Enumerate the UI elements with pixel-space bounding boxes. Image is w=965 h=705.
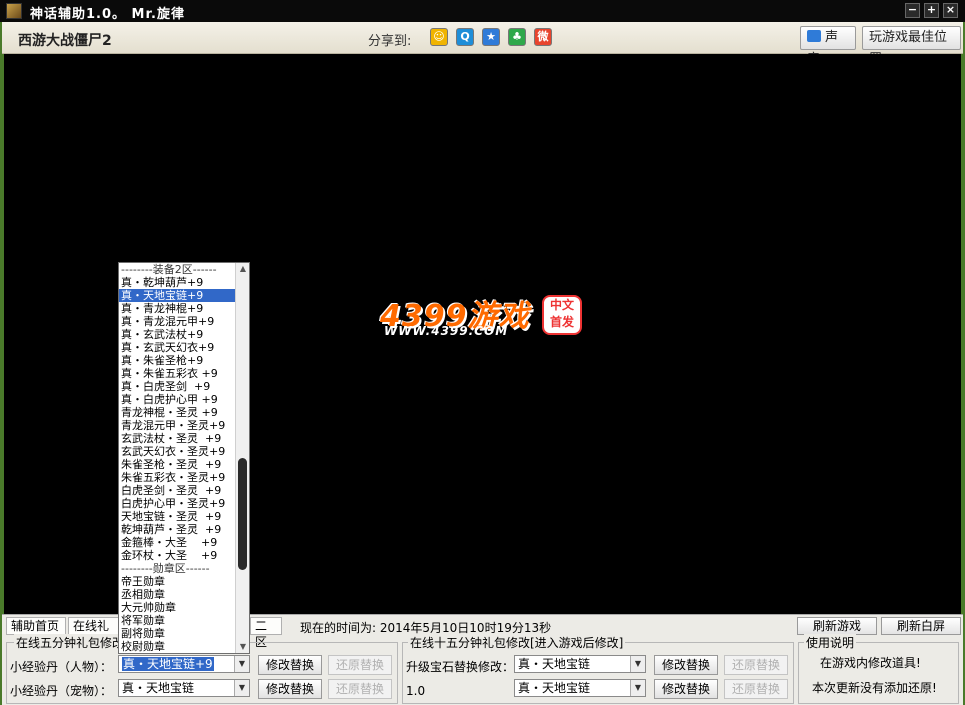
pill-pet-label: 小经验丹（宠物）： [10,684,113,698]
chinese-release-seal: 中文 首发 [542,295,582,335]
dropdown-item[interactable]: 金箍棒・大圣 +9 [119,536,235,549]
fifteen-minute-gift-legend: 在线十五分钟礼包修改[进入游戏后修改] [408,634,626,651]
five-minute-gift-legend: 在线五分钟礼包修改 [14,634,127,651]
clover-icon[interactable]: ♣ [508,28,526,46]
share-label: 分享到: [368,34,412,49]
dropdown-item[interactable]: 副将勋章 [119,627,235,640]
dropdown-item[interactable]: 真・白虎圣剑 +9 [119,380,235,393]
pill-person-select[interactable]: 真・天地宝链+9 ▼ [118,655,250,673]
modify-replace-button-3[interactable]: 修改替换 [654,655,718,675]
item-dropdown-list[interactable]: --------装备2区------ 真・乾坤葫芦+9 真・天地宝链+9 真・青龙神棍… [118,262,250,654]
window-title: 神话辅助1.0。 Mr.旋律 [30,7,185,22]
scroll-up-icon[interactable]: ▲ [236,263,249,275]
dropdown-item[interactable]: 真・青龙神棍+9 [119,302,235,315]
header-bar: 西游大战僵尸2 分享到: ☺ Q ★ ♣ 微 声音 玩游戏最佳位置 [2,22,963,67]
instruction-note-1: 在游戏内修改道具! [820,656,921,670]
chevron-down-icon: ▼ [630,656,645,672]
dropdown-item[interactable]: 朱雀圣枪・圣灵 +9 [119,458,235,471]
dropdown-item[interactable]: 真・白虎护心甲 +9 [119,393,235,406]
weibo-icon[interactable]: 微 [534,28,552,46]
modify-replace-button-4[interactable]: 修改替换 [654,679,718,699]
dropdown-item[interactable]: 真・天地宝链+9 [119,289,235,302]
dropdown-item[interactable]: 天地宝链・圣灵 +9 [119,510,235,523]
sound-button[interactable]: 声音 [800,26,856,67]
restore-replace-button-2[interactable]: 还原替换 [328,679,392,699]
scrollbar-thumb[interactable] [238,458,247,570]
instruction-note-2: 本次更新没有添加还原! [812,681,937,695]
gem-replace-value: 真・天地宝链 [518,657,591,671]
best-position-button[interactable]: 玩游戏最佳位置 [862,26,961,67]
chevron-down-icon: ▼ [630,680,645,696]
pill-pet-select[interactable]: 真・天地宝链 ▼ [118,679,250,697]
dropdown-item[interactable]: 真・乾坤葫芦+9 [119,276,235,289]
version-label: 1.0 [406,684,426,698]
refresh-screen-button[interactable]: 刷新白屏 [881,617,961,635]
instructions-legend: 使用说明 [804,634,857,651]
dropdown-item[interactable]: 青龙混元甲・圣灵+9 [119,419,235,432]
pill-person-value: 真・天地宝链+9 [122,657,214,671]
tab-zone2[interactable]: 二区 [250,617,282,649]
dropdown-section-header: --------勋章区------ [121,562,210,575]
chevron-down-icon: ▼ [234,656,249,672]
tab-online-gift[interactable]: 在线礼包 [68,617,122,649]
modify-replace-button-1[interactable]: 修改替换 [258,655,322,675]
game-title: 西游大战僵尸2 [18,33,112,49]
4399-logo: 4399游戏 WWW.4399.COM 中文 首发 [380,291,590,351]
logo-url: WWW.4399.COM [384,324,509,338]
gem-replace-label: 升级宝石替换修改： [406,660,515,674]
dropdown-item[interactable]: 真・玄武天幻衣+9 [119,341,235,354]
modify-replace-button-2[interactable]: 修改替换 [258,679,322,699]
app-icon [6,3,22,19]
dropdown-item[interactable]: 将军勋章 [119,614,235,627]
pill-person-label: 小经验丹（人物）： [10,660,113,674]
dropdown-item[interactable]: 白虎护心甲・圣灵+9 [119,497,235,510]
dropdown-item[interactable]: 金环杖・大圣 +9 [119,549,235,562]
speaker-icon [807,30,821,42]
dropdown-item[interactable]: 玄武天幻衣・圣灵+9 [119,445,235,458]
qzone-icon[interactable]: ☺ [430,28,448,46]
dropdown-item[interactable]: 丞相勋章 [119,588,235,601]
dropdown-item[interactable]: 乾坤葫芦・圣灵 +9 [119,523,235,536]
dropdown-item[interactable]: 大元帅勋章 [119,601,235,614]
dropdown-item[interactable]: 真・玄武法杖+9 [119,328,235,341]
restore-replace-button-3[interactable]: 还原替换 [724,655,788,675]
restore-replace-button-1[interactable]: 还原替换 [328,655,392,675]
gem-replace-select[interactable]: 真・天地宝链 ▼ [514,655,646,673]
refresh-game-button[interactable]: 刷新游戏 [797,617,877,635]
dropdown-scrollbar[interactable]: ▲ ▼ [235,263,249,653]
star-icon[interactable]: ★ [482,28,500,46]
restore-replace-button-4[interactable]: 还原替换 [724,679,788,699]
close-button[interactable]: × [943,3,958,18]
dropdown-item[interactable]: 白虎圣剑・圣灵 +9 [119,484,235,497]
scroll-down-icon[interactable]: ▼ [236,641,249,653]
dropdown-item[interactable]: 校尉勋章 [119,640,235,653]
tab-home[interactable]: 辅助首页 [6,617,66,635]
window-title-bar: 神话辅助1.0。 Mr.旋律 − + × [0,0,965,22]
dropdown-section-header: --------装备2区------ [121,263,217,276]
dropdown-item[interactable]: 青龙神棍・圣灵 +9 [119,406,235,419]
item-replace-value: 真・天地宝链 [518,681,591,695]
dropdown-item[interactable]: 帝王勋章 [119,575,235,588]
minimize-button[interactable]: − [905,3,920,18]
dropdown-item[interactable]: 朱雀五彩衣・圣灵+9 [119,471,235,484]
item-replace-select[interactable]: 真・天地宝链 ▼ [514,679,646,697]
chevron-down-icon: ▼ [234,680,249,696]
dropdown-item[interactable]: 真・朱雀圣枪+9 [119,354,235,367]
dropdown-item[interactable]: 真・青龙混元甲+9 [119,315,235,328]
dropdown-item[interactable]: 真・朱雀五彩衣 +9 [119,367,235,380]
dropdown-item[interactable]: 玄武法杖・圣灵 +9 [119,432,235,445]
maximize-button[interactable]: + [924,3,939,18]
pill-pet-value: 真・天地宝链 [122,681,195,695]
qq-icon[interactable]: Q [456,28,474,46]
